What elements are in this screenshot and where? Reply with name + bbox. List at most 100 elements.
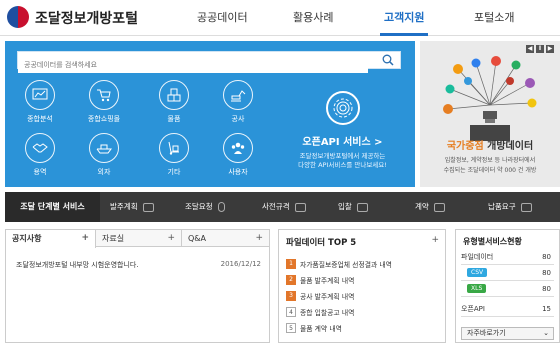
procurement-stage-title: 조달 단계별 서비스 [5, 192, 100, 222]
handshake-icon [433, 202, 445, 212]
stage-label: 납품요구 [488, 202, 516, 211]
category-analysis[interactable]: 종합분석 [18, 80, 62, 124]
promo-title: 국가중점 개방데이터 [420, 137, 560, 152]
rank-badge: 4 [286, 307, 296, 317]
service-stats: 유형별서비스현황 파일데이터 80 CSV 80 XLS 80 오픈API 15… [455, 229, 560, 343]
category-label: 외자 [97, 168, 111, 176]
list-item[interactable]: 4 종합 입찰공고 내역 [286, 304, 392, 320]
category-shopping-mall[interactable]: 종합쇼핑몰 [82, 80, 126, 124]
rank-badge: 1 [286, 259, 296, 269]
nav-use-cases[interactable]: 활용사례 [293, 9, 333, 25]
csv-badge: CSV [467, 268, 488, 277]
stat-label: 오픈API [461, 305, 485, 313]
next-icon[interactable]: ▶ [546, 45, 554, 53]
notice-tabs: 공지사항 + 자료실 + Q&A + [6, 230, 269, 248]
plus-icon[interactable]: + [81, 230, 89, 247]
notice-title[interactable]: 조달정보개방포털 내부망 시험운영합니다. [16, 261, 139, 269]
list-item-title[interactable]: 종합 입찰공고 내역 [300, 307, 354, 317]
search-input[interactable] [18, 57, 368, 73]
pause-icon[interactable]: Ⅱ [536, 45, 544, 53]
category-construction[interactable]: 공사 [216, 80, 260, 124]
xls-badge: XLS [467, 284, 487, 293]
prev-icon[interactable]: ◀ [526, 45, 534, 53]
stat-row-file-data[interactable]: 파일데이터 80 [461, 252, 554, 265]
category-label: 공사 [231, 115, 245, 123]
truck-icon [520, 202, 532, 212]
category-label: 물품 [167, 115, 181, 123]
search-box [17, 51, 401, 73]
open-api-title[interactable]: 오픈API 서비스 > [275, 133, 410, 148]
tab-qna[interactable]: Q&A + [182, 230, 269, 247]
stage-label: 사전규격 [262, 202, 290, 211]
banner-pager: ◀ Ⅱ ▶ [526, 45, 554, 53]
nav-customer-support[interactable]: 고객지원 [384, 9, 424, 25]
open-api-panel[interactable]: 오픈API 서비스 > 조달정보개방포털에서 제공하는 다양한 API서비스를 … [275, 85, 410, 185]
list-item[interactable]: 2 물품 발주계획 내역 [286, 272, 392, 288]
promo-desc-line2: 수집되는 조달데이터 약 000 건 개방 [443, 167, 537, 174]
dolly-icon [159, 133, 189, 163]
promo-title-highlight: 국가중점 [446, 141, 484, 152]
logo-icon[interactable] [7, 6, 29, 28]
promo-desc-line1: 입찰정보, 계약정보 등 나라장터에서 [444, 157, 536, 164]
stage-bidding[interactable]: 입찰 [338, 192, 368, 222]
shortcut-select[interactable]: 자주바로가기 ⌄ [461, 327, 554, 340]
category-services[interactable]: 용역 [18, 133, 62, 177]
users-icon [223, 133, 253, 163]
rank-badge: 2 [286, 275, 296, 285]
national-open-data-banner[interactable]: ◀ Ⅱ ▶ 국가중점 개방데이터 입찰정보, 계약정보 등 나라장터에서 수집되… [420, 41, 560, 187]
procurement-stage-bar: 조달 단계별 서비스 발주계획 조달요청 사전규격 입찰 계약 납품요구 [5, 192, 560, 222]
open-api-desc-line1: 조달정보개방포털에서 제공하는 [299, 152, 386, 160]
stat-row-csv[interactable]: CSV 80 [461, 268, 554, 281]
stage-procurement-request[interactable]: 조달요청 [185, 192, 225, 222]
mouse-icon [217, 202, 225, 212]
plus-icon[interactable]: + [431, 235, 439, 245]
ruler-icon [294, 202, 306, 212]
category-others[interactable]: 기타 [152, 133, 196, 177]
list-item-title[interactable]: 물품 계약 내역 [300, 323, 342, 333]
stage-delivery-request[interactable]: 납품요구 [488, 192, 532, 222]
category-foreign[interactable]: 외자 [82, 133, 126, 177]
top5-title: 파일데이터 TOP 5 [286, 238, 357, 248]
boxes-icon [159, 80, 189, 110]
stat-value: 80 [542, 253, 551, 261]
top-header: 조달정보개방포털 공공데이터 활용사례 고객지원 포털소개 [0, 0, 560, 36]
stage-order-plan[interactable]: 발주계획 [110, 192, 154, 222]
stage-pre-spec[interactable]: 사전규격 [262, 192, 306, 222]
stat-row-xls[interactable]: XLS 80 [461, 284, 554, 297]
list-item[interactable]: 5 물품 계약 내역 [286, 320, 392, 336]
category-label: 용역 [33, 168, 47, 176]
list-item-title[interactable]: 공사 발주계획 내역 [300, 291, 354, 301]
tab-label: Q&A [188, 234, 207, 243]
list-item-title[interactable]: 물품 발주계획 내역 [300, 275, 354, 285]
nav-active-indicator [380, 33, 428, 36]
stat-value: 80 [542, 269, 551, 277]
tab-label: 공지사항 [12, 234, 42, 243]
search-icon[interactable] [382, 54, 394, 66]
category-users[interactable]: 사용자 [216, 133, 260, 177]
notice-row[interactable]: 조달정보개방포털 내부망 시험운영합니다. 2016/12/12 [16, 260, 261, 270]
tab-notice[interactable]: 공지사항 + [6, 230, 96, 248]
calendar-icon [142, 202, 154, 212]
plus-icon[interactable]: + [167, 230, 175, 247]
category-label: 종합쇼핑몰 [87, 115, 121, 123]
list-item-title[interactable]: 자가품질보증업체 선정결과 내역 [300, 259, 392, 269]
rank-badge: 5 [286, 323, 296, 333]
chart-icon [25, 80, 55, 110]
stage-contract[interactable]: 계약 [415, 192, 445, 222]
stats-title: 유형별서비스현황 [463, 237, 522, 246]
category-label: 종합분석 [27, 115, 53, 123]
nav-public-data[interactable]: 공공데이터 [197, 9, 248, 25]
nav-portal-intro[interactable]: 포털소개 [474, 9, 514, 25]
rank-badge: 3 [286, 291, 296, 301]
list-item[interactable]: 3 공사 발주계획 내역 [286, 288, 392, 304]
lightbulb-network-illustration [443, 56, 537, 141]
logo-text[interactable]: 조달정보개방포털 [35, 8, 138, 28]
stat-row-open-api[interactable]: 오픈API 15 [461, 304, 554, 317]
list-item[interactable]: 1 자가품질보증업체 선정결과 내역 [286, 256, 392, 272]
tab-archive[interactable]: 자료실 + [96, 230, 182, 247]
plus-icon[interactable]: + [255, 230, 263, 247]
excavator-icon [223, 80, 253, 110]
handshake-icon [25, 133, 55, 163]
category-goods[interactable]: 물품 [152, 80, 196, 124]
megaphone-icon [356, 202, 368, 212]
